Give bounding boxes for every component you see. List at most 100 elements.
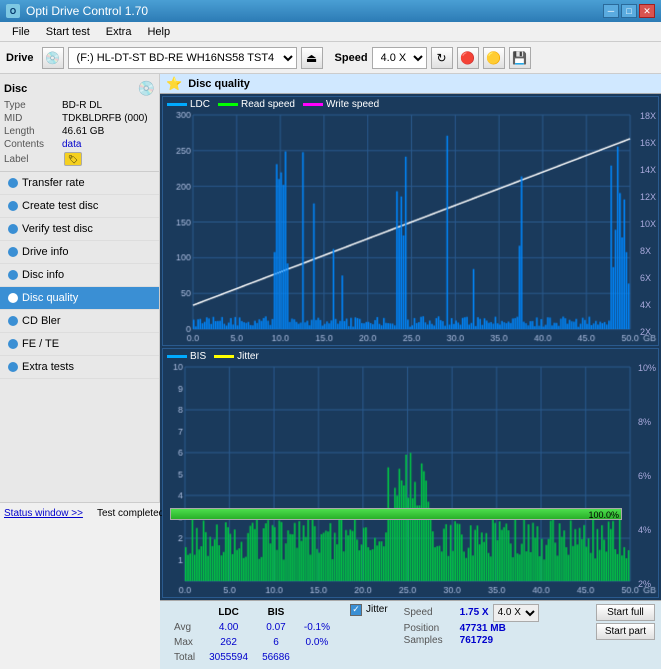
jitter-label: Jitter [366, 604, 388, 615]
sidebar-item-create-test-disc[interactable]: Create test disc [0, 195, 159, 218]
disc-section-icon: 💿 [138, 80, 155, 97]
disc-quality-header: ⭐ Disc quality [160, 74, 661, 94]
drive-icon-btn[interactable]: 💿 [42, 47, 64, 69]
start-part-button[interactable]: Start part [596, 623, 655, 640]
sidebar-label-fe-te: FE / TE [22, 338, 59, 350]
app-icon: O [6, 4, 20, 18]
nav-dot-cd-bler [8, 316, 18, 326]
sidebar-label-cd-bler: CD Bler [22, 315, 61, 327]
stats-total-bis: 56686 [256, 651, 296, 664]
disc-contents-label: Contents [4, 139, 62, 150]
position-value: 47731 MB [460, 623, 506, 634]
legend-write-box [303, 103, 323, 106]
drive-select[interactable]: (F:) HL-DT-ST BD-RE WH16NS58 TST4 [68, 47, 297, 69]
toolbar: Drive 💿 (F:) HL-DT-ST BD-RE WH16NS58 TST… [0, 42, 661, 74]
disc-btn-1[interactable]: 🔴 [457, 47, 479, 69]
main-area: Disc 💿 Type BD-R DL MID TDKBLDRFB (000) … [0, 74, 661, 502]
progress-text: 100.0% [588, 509, 619, 521]
progress-container: 100.0% [170, 508, 622, 520]
menu-bar: File Start test Extra Help [0, 22, 661, 42]
stats-max-jitter: 0.0% [298, 636, 336, 649]
save-button[interactable]: 💾 [509, 47, 531, 69]
sidebar: Disc 💿 Type BD-R DL MID TDKBLDRFB (000) … [0, 74, 160, 502]
sidebar-label-extra-tests: Extra tests [22, 361, 74, 373]
menu-start-test[interactable]: Start test [38, 24, 98, 40]
speed-label: Speed [335, 52, 368, 64]
nav-dot-disc-quality [8, 293, 18, 303]
sidebar-item-disc-info[interactable]: Disc info [0, 264, 159, 287]
status-window-button[interactable]: Status window >> [4, 508, 83, 519]
disc-label-icon[interactable]: 🏷 [64, 152, 82, 166]
position-key: Position [404, 623, 456, 634]
sidebar-item-drive-info[interactable]: Drive info [0, 241, 159, 264]
minimize-button[interactable]: ─ [603, 4, 619, 18]
drive-label: Drive [6, 52, 34, 64]
sidebar-item-disc-quality[interactable]: Disc quality [0, 287, 159, 310]
legend-bis-box [167, 355, 187, 358]
stats-header-bis: BIS [256, 606, 296, 619]
sidebar-label-disc-info: Disc info [22, 269, 64, 281]
app-title: Opti Drive Control 1.70 [26, 4, 148, 18]
jitter-section: ✓ Jitter [350, 604, 388, 616]
stats-total-label: Total [168, 651, 201, 664]
disc-section-title: Disc [4, 83, 27, 95]
disc-length-value: 46.61 GB [62, 126, 104, 137]
stats-avg-jitter: -0.1% [298, 621, 336, 634]
disc-mid-value: TDKBLDRFB (000) [62, 113, 148, 124]
disc-label-label: Label [4, 154, 62, 165]
refresh-button[interactable]: ↻ [431, 47, 453, 69]
stats-avg-ldc: 4.00 [203, 621, 254, 634]
ldc-chart [163, 97, 658, 345]
sidebar-item-fe-te[interactable]: FE / TE [0, 333, 159, 356]
nav-dot-fe-te [8, 339, 18, 349]
speed-select-stats[interactable]: 4.0 X [493, 604, 539, 622]
disc-contents-value: data [62, 139, 81, 150]
stats-avg-label: Avg [168, 621, 201, 634]
start-full-button[interactable]: Start full [596, 604, 655, 621]
legend-ldc-box [167, 103, 187, 106]
speed-info: Speed 1.75 X 4.0 X Position 47731 MB Sam… [404, 604, 539, 646]
disc-quality-title: Disc quality [188, 78, 250, 90]
sidebar-label-transfer-rate: Transfer rate [22, 177, 85, 189]
disc-btn-2[interactable]: 🟡 [483, 47, 505, 69]
eject-button[interactable]: ⏏ [301, 47, 323, 69]
legend-write: Write speed [303, 99, 379, 110]
speed-key: Speed [404, 607, 456, 618]
sidebar-item-verify-test-disc[interactable]: Verify test disc [0, 218, 159, 241]
sidebar-item-transfer-rate[interactable]: Transfer rate [0, 172, 159, 195]
disc-type-label: Type [4, 100, 62, 111]
nav-dot-disc-info [8, 270, 18, 280]
nav-dot-create-test-disc [8, 201, 18, 211]
maximize-button[interactable]: □ [621, 4, 637, 18]
nav-dot-verify-test-disc [8, 224, 18, 234]
legend-read: Read speed [218, 99, 295, 110]
content-area: ⭐ Disc quality LDC Read speed [160, 74, 661, 502]
menu-extra[interactable]: Extra [98, 24, 140, 40]
disc-type-value: BD-R DL [62, 100, 102, 111]
progress-bar [171, 509, 621, 519]
disc-mid-label: MID [4, 113, 62, 124]
jitter-checkbox[interactable]: ✓ [350, 604, 362, 616]
sidebar-label-disc-quality: Disc quality [22, 292, 78, 304]
charts-area: LDC Read speed Write speed 18X 16X [160, 94, 661, 600]
legend-bis: BIS [167, 351, 206, 362]
sidebar-label-verify-test-disc: Verify test disc [22, 223, 93, 235]
nav-dot-extra-tests [8, 362, 18, 372]
menu-file[interactable]: File [4, 24, 38, 40]
samples-key: Samples [404, 635, 456, 646]
speed-value: 1.75 X [460, 607, 489, 618]
stats-table: LDC BIS Avg 4.00 0.07 -0.1% Max 262 6 0.… [166, 604, 338, 666]
start-buttons: Start full Start part [596, 604, 655, 640]
stats-max-ldc: 262 [203, 636, 254, 649]
legend-read-box [218, 103, 238, 106]
close-button[interactable]: ✕ [639, 4, 655, 18]
sidebar-item-extra-tests[interactable]: Extra tests [0, 356, 159, 379]
legend-ldc: LDC [167, 99, 210, 110]
speed-select[interactable]: 4.0 X [372, 47, 427, 69]
bis-jitter-chart [163, 349, 658, 597]
menu-help[interactable]: Help [139, 24, 178, 40]
sidebar-item-cd-bler[interactable]: CD Bler [0, 310, 159, 333]
stats-max-bis: 6 [256, 636, 296, 649]
stats-section: LDC BIS Avg 4.00 0.07 -0.1% Max 262 6 0.… [160, 600, 661, 669]
window-controls: ─ □ ✕ [603, 4, 655, 18]
